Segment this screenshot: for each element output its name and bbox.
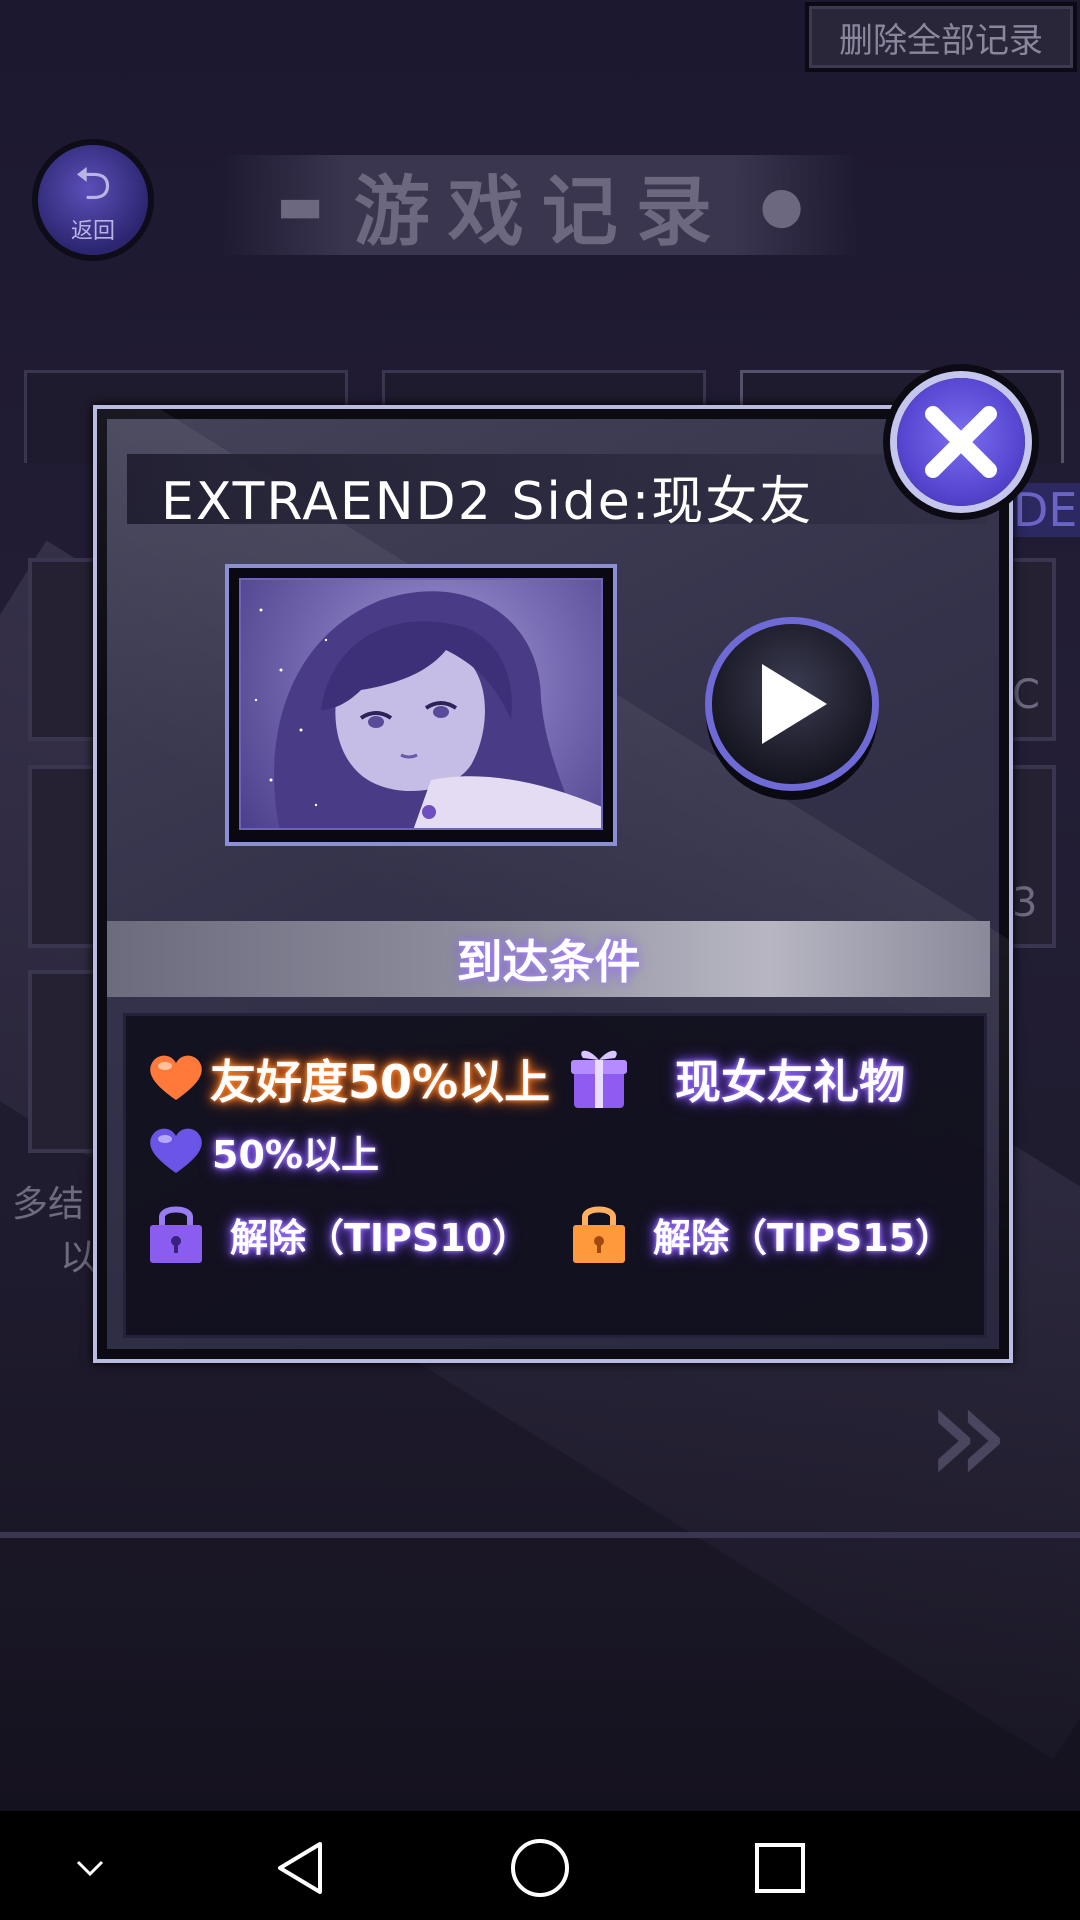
thumbnail-partial-label: 3 [1012, 880, 1038, 926]
ending-scene-image [239, 578, 603, 830]
girl-portrait-illustration [254, 591, 601, 828]
play-icon [762, 664, 827, 744]
condition-unlock-tips15: 解除（TIPS15） [571, 1199, 953, 1269]
recents-square-icon[interactable] [750, 1838, 810, 1898]
heart-purple-icon [148, 1125, 204, 1179]
thumbnail-partial-label: C [1012, 672, 1040, 718]
condition-purple-affection: 50%以上 [148, 1124, 379, 1179]
side-caption-line-1: 多结 [12, 1184, 85, 1225]
back-button-label: 返回 [70, 219, 115, 244]
home-circle-icon[interactable] [510, 1838, 570, 1898]
play-ending-button[interactable] [712, 624, 872, 784]
divider [0, 1532, 1080, 1538]
close-dialog-button[interactable] [897, 378, 1025, 506]
system-navigation-bar [0, 1811, 1080, 1920]
dialog-title: EXTRAEND2 Side:现女友 [161, 472, 814, 532]
condition-text: 现女友礼物 [675, 1055, 905, 1109]
delete-all-records-button[interactable]: 删除全部记录 [805, 2, 1077, 72]
conditions-header: 到达条件 [107, 921, 990, 997]
return-arrow-icon: ⮌ [74, 156, 112, 210]
clapperboard-icon: ▬ [276, 176, 324, 234]
page-title-banner: ▬ 游戏记录 ● [220, 155, 860, 256]
ending-detail-dialog: EXTRAEND2 Side:现女友 到达条件 友好度50%以上 现女友礼物 5… [93, 405, 1013, 1363]
chevron-down-icon[interactable] [60, 1838, 120, 1898]
heart-orange-icon [148, 1052, 204, 1106]
next-page-icon[interactable]: » [925, 1365, 1011, 1505]
back-triangle-icon[interactable] [270, 1838, 330, 1898]
close-icon [925, 406, 997, 478]
conditions-title: 到达条件 [456, 935, 641, 989]
condition-unlock-tips10: 解除（TIPS10） [148, 1199, 530, 1269]
condition-text: 解除（TIPS15） [653, 1215, 954, 1260]
condition-text: 50%以上 [212, 1133, 379, 1177]
tab-3-partial-label: DE [1005, 483, 1080, 537]
conditions-panel: 友好度50%以上 现女友礼物 50%以上 解除（TIPS10） 解除（TIPS1… [123, 1013, 987, 1338]
gift-icon [569, 1044, 629, 1114]
lock-orange-icon [571, 1199, 627, 1269]
lock-purple-icon [148, 1199, 204, 1269]
condition-text: 友好度50%以上 [210, 1055, 551, 1109]
back-button[interactable]: ⮌ 返回 [38, 145, 148, 255]
page-title: 游戏记录 [353, 167, 730, 256]
condition-text: 解除（TIPS10） [230, 1215, 531, 1260]
ending-scene-thumbnail [225, 564, 617, 846]
side-caption-line-2: 以 [60, 1237, 97, 1278]
condition-gift: 现女友礼物 [569, 1044, 905, 1114]
movie-camera-icon: ● [759, 176, 804, 234]
condition-affection: 友好度50%以上 [148, 1046, 550, 1112]
